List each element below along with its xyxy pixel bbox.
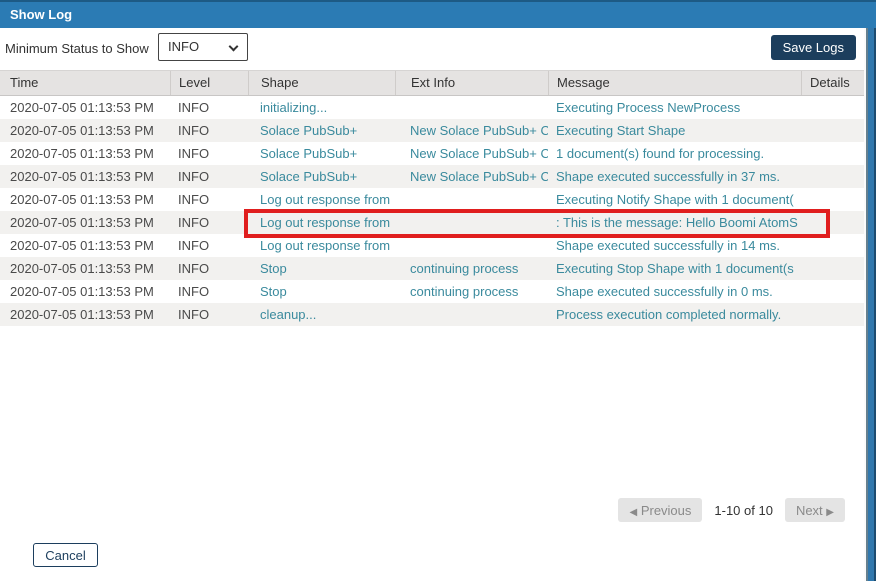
previous-label: Previous <box>641 503 692 518</box>
cell-ext-info <box>395 188 548 211</box>
toolbar: Minimum Status to Show INFO Save Logs <box>0 28 866 70</box>
status-dropdown[interactable]: INFO <box>158 33 248 61</box>
show-log-dialog: Show Log Minimum Status to Show INFO Sav… <box>0 0 876 581</box>
cell-time: 2020-07-05 01:13:53 PM <box>0 119 170 142</box>
cell-shape: Log out response from <box>248 234 395 257</box>
cell-level: INFO <box>170 211 248 234</box>
chevron-down-icon <box>229 42 239 52</box>
column-header-level[interactable]: Level <box>170 71 248 95</box>
next-page-button[interactable]: Next ▶ <box>785 498 845 522</box>
cell-level: INFO <box>170 280 248 303</box>
cell-message: 1 document(s) found for processing. <box>548 142 801 165</box>
cell-shape: Log out response from <box>248 188 395 211</box>
cell-time: 2020-07-05 01:13:53 PM <box>0 96 170 119</box>
cell-shape: Log out response from <box>248 211 395 234</box>
table-row[interactable]: 2020-07-05 01:13:53 PMINFOSolace PubSub+… <box>0 165 866 188</box>
cell-time: 2020-07-05 01:13:53 PM <box>0 142 170 165</box>
table-row[interactable]: 2020-07-05 01:13:53 PMINFOLog out respon… <box>0 211 866 234</box>
cell-shape: Stop <box>248 280 395 303</box>
table-row[interactable]: 2020-07-05 01:13:53 PMINFOStopcontinuing… <box>0 257 866 280</box>
cell-details <box>801 234 862 257</box>
cell-details <box>801 188 862 211</box>
cell-shape: Solace PubSub+ <box>248 119 395 142</box>
log-table: Time Level Shape Ext Info Message Detail… <box>0 70 866 326</box>
cell-message: Process execution completed normally. <box>548 303 801 326</box>
cell-level: INFO <box>170 234 248 257</box>
cell-level: INFO <box>170 303 248 326</box>
cell-details <box>801 211 862 234</box>
save-logs-button[interactable]: Save Logs <box>771 35 856 60</box>
cell-message: Executing Stop Shape with 1 document(s <box>548 257 801 280</box>
cell-time: 2020-07-05 01:13:53 PM <box>0 234 170 257</box>
cell-details <box>801 257 862 280</box>
scrollbar-thumb[interactable] <box>866 28 876 581</box>
cell-message: Shape executed successfully in 14 ms. <box>548 234 801 257</box>
column-header-details[interactable]: Details <box>801 71 862 95</box>
column-header-message[interactable]: Message <box>548 71 801 95</box>
cell-ext-info: continuing process <box>395 257 548 280</box>
cell-details <box>801 165 862 188</box>
cell-shape: Stop <box>248 257 395 280</box>
previous-page-button[interactable]: ◀ Previous <box>618 498 702 522</box>
cell-message: Shape executed successfully in 0 ms. <box>548 280 801 303</box>
cell-time: 2020-07-05 01:13:53 PM <box>0 165 170 188</box>
cell-ext-info: New Solace PubSub+ Co <box>395 119 548 142</box>
cell-details <box>801 142 862 165</box>
cell-ext-info <box>395 234 548 257</box>
column-header-ext-info[interactable]: Ext Info <box>395 71 548 95</box>
cell-shape: Solace PubSub+ <box>248 142 395 165</box>
cell-level: INFO <box>170 119 248 142</box>
cell-message: : This is the message: Hello Boomi AtomS <box>548 211 801 234</box>
next-label: Next <box>796 503 823 518</box>
cell-message: Executing Start Shape <box>548 119 801 142</box>
cell-details <box>801 280 862 303</box>
cell-message: Executing Notify Shape with 1 document( <box>548 188 801 211</box>
cell-details <box>801 119 862 142</box>
cell-time: 2020-07-05 01:13:53 PM <box>0 188 170 211</box>
cell-ext-info <box>395 96 548 119</box>
table-row[interactable]: 2020-07-05 01:13:53 PMINFOSolace PubSub+… <box>0 119 866 142</box>
table-row[interactable]: 2020-07-05 01:13:53 PMINFOcleanup... Proc… <box>0 303 866 326</box>
previous-arrow-icon: ◀ <box>629 507 637 518</box>
cell-details <box>801 96 862 119</box>
cell-level: INFO <box>170 257 248 280</box>
table-header-row: Time Level Shape Ext Info Message Detail… <box>0 70 866 96</box>
cell-time: 2020-07-05 01:13:53 PM <box>0 280 170 303</box>
pagination: ◀ Previous 1-10 of 10 Next ▶ <box>618 498 845 522</box>
minimum-status-label: Minimum Status to Show <box>5 41 149 56</box>
cell-shape: cleanup... <box>248 303 395 326</box>
scrollbar-track[interactable] <box>864 28 876 581</box>
cell-ext-info: continuing process <box>395 280 548 303</box>
cell-level: INFO <box>170 165 248 188</box>
status-dropdown-value: INFO <box>168 39 199 54</box>
cell-shape: Solace PubSub+ <box>248 165 395 188</box>
cell-time: 2020-07-05 01:13:53 PM <box>0 211 170 234</box>
cell-message: Shape executed successfully in 37 ms. <box>548 165 801 188</box>
cell-ext-info: New Solace PubSub+ Co <box>395 165 548 188</box>
cell-message: Executing Process NewProcess <box>548 96 801 119</box>
dialog-title-bar: Show Log <box>0 0 876 28</box>
dialog-title: Show Log <box>10 7 72 22</box>
cell-time: 2020-07-05 01:13:53 PM <box>0 303 170 326</box>
table-row[interactable]: 2020-07-05 01:13:53 PMINFOSolace PubSub+… <box>0 142 866 165</box>
cell-level: INFO <box>170 142 248 165</box>
table-row[interactable]: 2020-07-05 01:13:53 PMINFOStopcontinuing… <box>0 280 866 303</box>
cell-ext-info <box>395 211 548 234</box>
next-arrow-icon: ▶ <box>826 507 834 518</box>
cell-ext-info: New Solace PubSub+ Co <box>395 142 548 165</box>
column-header-time[interactable]: Time <box>0 71 170 95</box>
cell-time: 2020-07-05 01:13:53 PM <box>0 257 170 280</box>
cell-level: INFO <box>170 96 248 119</box>
cell-ext-info <box>395 303 548 326</box>
page-range-label: 1-10 of 10 <box>714 503 773 518</box>
cell-details <box>801 303 862 326</box>
table-body: 2020-07-05 01:13:53 PMINFOinitializing..… <box>0 96 866 326</box>
table-row[interactable]: 2020-07-05 01:13:53 PMINFOLog out respon… <box>0 188 866 211</box>
cell-shape: initializing... <box>248 96 395 119</box>
cell-level: INFO <box>170 188 248 211</box>
column-header-shape[interactable]: Shape <box>248 71 395 95</box>
table-row[interactable]: 2020-07-05 01:13:53 PMINFOinitializing..… <box>0 96 866 119</box>
cancel-button[interactable]: Cancel <box>33 543 98 567</box>
table-row[interactable]: 2020-07-05 01:13:53 PMINFOLog out respon… <box>0 234 866 257</box>
